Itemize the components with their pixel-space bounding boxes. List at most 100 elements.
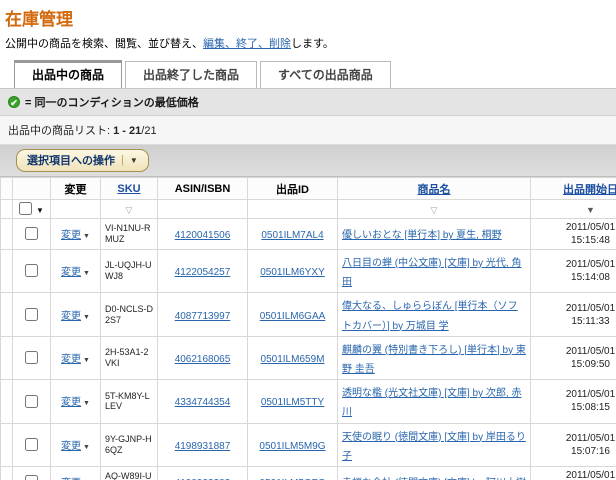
row-checkbox-cell (13, 293, 51, 336)
change-link[interactable]: 変更 (61, 267, 81, 278)
list-total: /21 (141, 125, 156, 137)
column-header-product: 商品名 (338, 178, 531, 200)
row-checkbox[interactable] (25, 227, 38, 240)
sku-sort-link[interactable]: SKU (117, 183, 140, 195)
change-link[interactable]: 変更 (61, 311, 81, 322)
row-edge-cell (1, 423, 13, 466)
asin-cell: 4120041506 (158, 219, 248, 250)
checkbox-column-header (13, 178, 51, 200)
legend-bar: ✔ = 同一のコンディションの最低価格 (0, 88, 616, 116)
product-link[interactable]: 透明な檻 (光文社文庫) [文庫] by 次郎, 赤川 (342, 388, 521, 418)
row-checkbox-cell (13, 380, 51, 423)
tab-all-listings[interactable]: すべての出品商品 (260, 61, 391, 88)
asin-link[interactable]: 4087713997 (175, 311, 231, 322)
product-link[interactable]: 八日目の蝉 (中公文庫) [文庫] by 光代, 角田 (342, 258, 521, 288)
listing-id-filter-cell (248, 200, 338, 219)
chevron-down-icon[interactable]: ▼ (83, 314, 90, 321)
chevron-down-icon[interactable]: ▼ (83, 233, 90, 240)
tab-active-listings[interactable]: 出品中の商品 (14, 60, 122, 88)
asin-link[interactable]: 4122054257 (175, 267, 231, 278)
sku-cell: AQ-W89I-U28P (101, 466, 158, 480)
sku-cell: 5T-KM8Y-LLEV (101, 380, 158, 423)
column-header-listing-id: 出品ID (248, 178, 338, 200)
chevron-down-icon: ▼ (130, 156, 138, 165)
select-all-checkbox[interactable] (19, 202, 32, 215)
column-header-change: 変更 (51, 178, 101, 200)
product-cell: 幸福な会社 (徳間文庫) [文庫] by 阿川大樹 (338, 466, 531, 480)
chevron-down-icon[interactable]: ▼ (83, 444, 90, 451)
row-checkbox-cell (13, 336, 51, 379)
start-date-sort-icon[interactable]: ▼ (586, 205, 595, 215)
row-edge-cell (1, 293, 13, 336)
product-sort-icon[interactable]: ▽ (431, 205, 438, 215)
row-checkbox[interactable] (25, 475, 38, 480)
bulk-action-toolbar: 選択項目への操作 | ▼ (0, 145, 616, 177)
bulk-action-button[interactable]: 選択項目への操作 | ▼ (16, 149, 149, 172)
listing-id-link[interactable]: 0501ILM7AL4 (261, 230, 323, 241)
start-date: 2011/05/01 (535, 432, 616, 445)
product-cell: 天使の眠り (徳間文庫) [文庫] by 岸田るり子 (338, 423, 531, 466)
listing-id-link[interactable]: 0501ILM5TTY (261, 397, 324, 408)
check-circle-icon: ✔ (8, 96, 20, 108)
start-time: 15:15:48 (535, 234, 616, 247)
asin-cell: 4198931887 (158, 423, 248, 466)
asin-link[interactable]: 4334744354 (175, 397, 231, 408)
row-checkbox-cell (13, 250, 51, 293)
select-all-dropdown-icon[interactable]: ▼ (36, 206, 44, 215)
row-checkbox[interactable] (25, 395, 38, 408)
table-row: 変更▼ VI-N1NU-RMUZ 4120041506 0501ILM7AL4 … (1, 219, 616, 250)
row-edge-cell (1, 250, 13, 293)
asin-link[interactable]: 4120041506 (175, 230, 231, 241)
product-link[interactable]: 偉大なる、しゅららぼん [単行本（ソフトカバー）] by 万城目 学 (342, 301, 518, 331)
listing-id-link[interactable]: 0501ILM6YXY (260, 267, 325, 278)
listing-id-link[interactable]: 0501ILM659M (261, 354, 325, 365)
listing-id-cell: 0501ILM7AL4 (248, 219, 338, 250)
sku-cell: D0-NCLS-D2S7 (101, 293, 158, 336)
chevron-down-icon[interactable]: ▼ (83, 400, 90, 407)
row-change-cell: 変更▼ (51, 293, 101, 336)
chevron-down-icon[interactable]: ▼ (83, 357, 90, 364)
edge-column-header (1, 178, 13, 200)
start-date-sort-link[interactable]: 出品開始日 (563, 184, 616, 196)
product-link[interactable]: 麒麟の翼 (特別書き下ろし) [単行本] by 東野 圭吾 (342, 345, 526, 375)
row-checkbox[interactable] (25, 308, 38, 321)
row-checkbox[interactable] (25, 264, 38, 277)
start-date: 2011/05/01 (535, 221, 616, 234)
change-link[interactable]: 変更 (61, 230, 81, 241)
change-link[interactable]: 変更 (61, 397, 81, 408)
table-body: 変更▼ VI-N1NU-RMUZ 4120041506 0501ILM7AL4 … (1, 219, 616, 480)
description-suffix: します。 (291, 38, 334, 50)
change-link[interactable]: 変更 (61, 354, 81, 365)
sku-sort-cell: ▽ (101, 200, 158, 219)
product-link[interactable]: 優しいおとな [単行本] by 夏生, 桐野 (342, 230, 502, 241)
legend-text: = 同一のコンディションの最低価格 (25, 94, 199, 110)
start-date-cell: 2011/05/0115:08:15 (531, 380, 616, 423)
start-time: 15:07:16 (535, 445, 616, 458)
listing-id-link[interactable]: 0501ILM6GAA (260, 311, 326, 322)
column-header-asin: ASIN/ISBN (158, 178, 248, 200)
row-checkbox-cell (13, 466, 51, 480)
product-cell: 八日目の蝉 (中公文庫) [文庫] by 光代, 角田 (338, 250, 531, 293)
asin-link[interactable]: 4198931887 (175, 441, 231, 452)
product-sort-link[interactable]: 商品名 (418, 184, 451, 196)
change-link[interactable]: 変更 (61, 441, 81, 452)
table-row: 変更▼ 9Y-GJNP-H6QZ 4198931887 0501ILM5M9G … (1, 423, 616, 466)
row-checkbox[interactable] (25, 438, 38, 451)
tab-ended-listings[interactable]: 出品終了した商品 (125, 61, 257, 88)
page-header: 在庫管理 公開中の商品を検索、閲覧、並び替え、編集、終了、削除します。 (0, 0, 616, 51)
row-edge-cell (1, 380, 13, 423)
edit-end-delete-link[interactable]: 編集、終了、削除 (203, 38, 291, 50)
asin-link[interactable]: 4062168065 (175, 354, 231, 365)
sku-sort-icon[interactable]: ▽ (126, 205, 133, 215)
row-checkbox[interactable] (25, 351, 38, 364)
listing-id-link[interactable]: 0501ILM5M9G (259, 441, 325, 452)
start-date: 2011/05/01 (535, 302, 616, 315)
row-change-cell: 変更▼ (51, 250, 101, 293)
start-date-cell: 2011/05/0115:06:34 (531, 466, 616, 480)
table-row: 変更▼ D0-NCLS-D2S7 4087713997 0501ILM6GAA … (1, 293, 616, 336)
start-date: 2011/05/01 (535, 388, 616, 401)
chevron-down-icon[interactable]: ▼ (83, 270, 90, 277)
start-date-sort-cell: ▼ (531, 200, 616, 219)
row-edge-cell (1, 219, 13, 250)
product-link[interactable]: 天使の眠り (徳間文庫) [文庫] by 岸田るり子 (342, 432, 526, 462)
